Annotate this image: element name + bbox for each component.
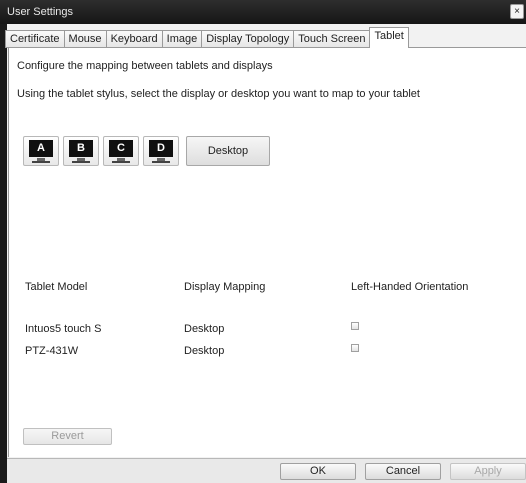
tab-image[interactable]: Image [161,30,202,48]
display-c-button[interactable]: C [103,136,139,166]
monitor-base [112,161,130,163]
display-a-label: A [29,140,53,157]
tab-mouse[interactable]: Mouse [63,30,106,48]
user-settings-window: User Settings × Certificate Mouse Keyboa… [0,0,526,483]
row-1-left-handed-checkbox[interactable] [351,322,359,330]
revert-button[interactable]: Revert [23,428,112,445]
display-d-button[interactable]: D [143,136,179,166]
monitor-base [152,161,170,163]
close-icon[interactable]: × [510,4,524,19]
monitor-base [72,161,90,163]
row-2-display-mapping: Desktop [184,345,225,357]
dialog-footer [7,458,526,483]
header-tablet-model: Tablet Model [25,281,88,293]
apply-button[interactable]: Apply [450,463,526,480]
ok-button[interactable]: OK [280,463,356,480]
row-1-tablet-model: Intuos5 touch S [25,323,102,335]
display-d-label: D [149,140,173,157]
tab-keyboard[interactable]: Keyboard [105,30,162,48]
row-2-left-handed-checkbox[interactable] [351,344,359,352]
header-display-mapping: Display Mapping [184,281,266,293]
tab-bar: Certificate Mouse Keyboard Image Display… [5,27,409,48]
tab-display-topology[interactable]: Display Topology [201,30,294,48]
tablet-panel [8,47,526,457]
title-bar[interactable]: User Settings × [0,0,526,24]
monitor-base [32,161,50,163]
row-1-display-mapping: Desktop [184,323,225,335]
intro-text: Configure the mapping between tablets an… [17,60,273,72]
display-a-button[interactable]: A [23,136,59,166]
tab-certificate[interactable]: Certificate [5,30,64,48]
display-c-label: C [109,140,133,157]
tab-tablet[interactable]: Tablet [369,27,409,48]
display-b-label: B [69,140,93,157]
display-selector: A B C D Desktop [23,136,270,166]
cancel-button[interactable]: Cancel [365,463,441,480]
window-left-edge [0,24,7,483]
window-title: User Settings [7,6,74,18]
desktop-button[interactable]: Desktop [186,136,270,166]
instruction-text: Using the tablet stylus, select the disp… [17,88,420,100]
display-b-button[interactable]: B [63,136,99,166]
tab-touch-screen[interactable]: Touch Screen [293,30,370,48]
row-2-tablet-model: PTZ-431W [25,345,79,357]
header-left-handed-orientation: Left-Handed Orientation [351,281,469,293]
